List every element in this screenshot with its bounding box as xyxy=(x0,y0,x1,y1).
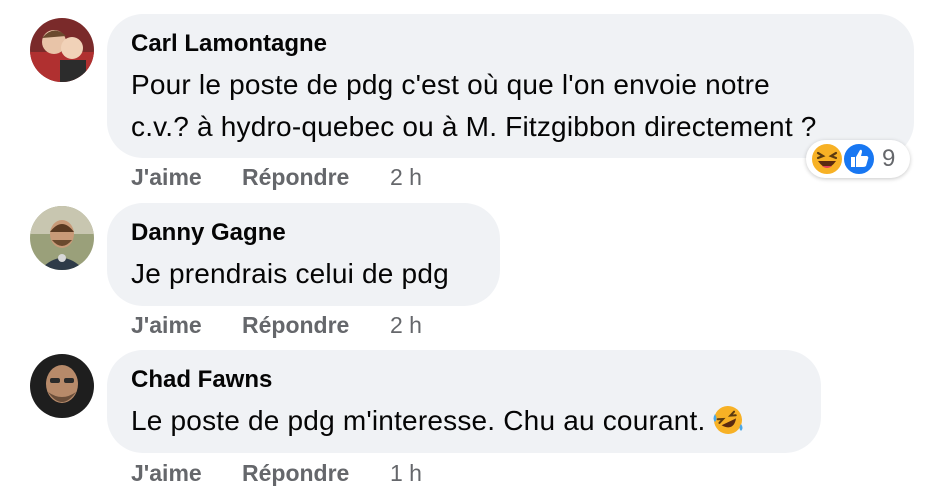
like-link[interactable]: J'aime xyxy=(131,162,202,192)
rolling-laughing-emoji-icon xyxy=(712,404,744,448)
reply-link[interactable]: Répondre xyxy=(242,162,349,192)
comment-timestamp[interactable]: 1 h xyxy=(390,458,422,488)
like-reaction-icon xyxy=(842,142,876,181)
comment-timestamp[interactable]: 2 h xyxy=(390,310,422,340)
like-link[interactable]: J'aime xyxy=(131,310,202,340)
comment-text: Pour le poste de pdg c'est où que l'on e… xyxy=(131,64,890,148)
reply-link[interactable]: Répondre xyxy=(242,458,349,488)
avatar-carl-lamontagne[interactable] xyxy=(30,18,94,82)
like-link[interactable]: J'aime xyxy=(131,458,202,488)
avatar-danny-gagne[interactable] xyxy=(30,206,94,270)
comment-text-line: Pour le poste de pdg c'est où que l'on e… xyxy=(131,69,770,100)
comment-author[interactable]: Chad Fawns xyxy=(131,366,797,394)
comment-author[interactable]: Carl Lamontagne xyxy=(131,30,890,58)
comment-bubble: Danny Gagne Je prendrais celui de pdg xyxy=(107,203,500,306)
comment-timestamp[interactable]: 2 h xyxy=(390,162,422,192)
comment-text: Le poste de pdg m'interesse. Chu au cour… xyxy=(131,400,797,448)
avatar-chad-fawns[interactable] xyxy=(30,354,94,418)
comment-bubble: Carl Lamontagne Pour le poste de pdg c'e… xyxy=(107,14,914,158)
comment-text: Je prendrais celui de pdg xyxy=(131,258,449,289)
reply-link[interactable]: Répondre xyxy=(242,310,349,340)
haha-reaction-icon xyxy=(810,142,844,181)
comment-text-body: Le poste de pdg m'interesse. Chu au cour… xyxy=(131,405,706,436)
comment-bubble: Chad Fawns Le poste de pdg m'interesse. … xyxy=(107,350,821,453)
reaction-count: 9 xyxy=(882,145,896,172)
comment-text-line: c.v.? à hydro-quebec ou à M. Fitzgibbon … xyxy=(131,111,817,142)
reactions-summary[interactable]: 9 xyxy=(806,140,910,178)
comment-author[interactable]: Danny Gagne xyxy=(131,219,476,247)
